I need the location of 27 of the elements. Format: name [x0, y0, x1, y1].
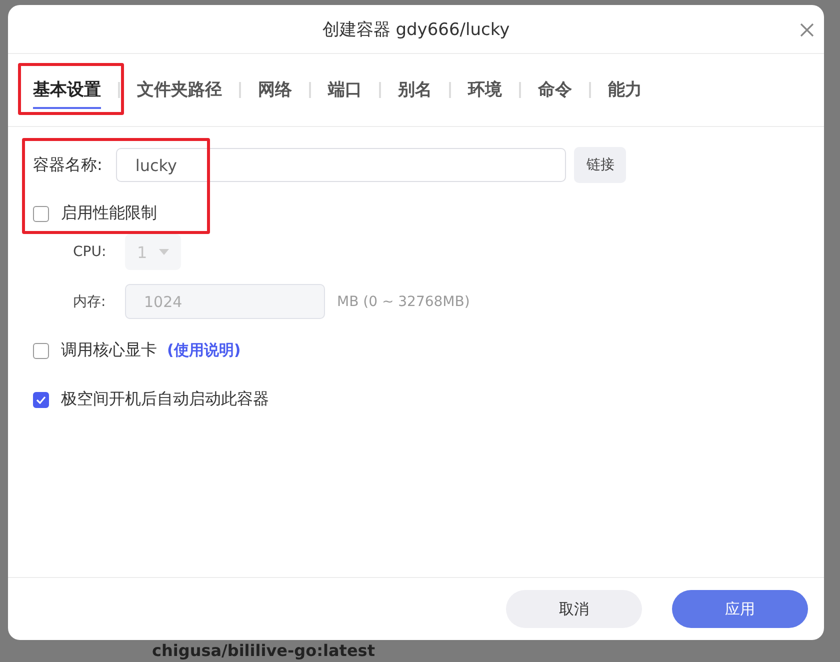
help-link[interactable]: (使用说明) [167, 341, 241, 360]
input-field[interactable]: lucky [116, 148, 566, 182]
tab[interactable]: 文件夹路径 [137, 72, 222, 108]
check-icon [36, 396, 46, 404]
checkbox[interactable] [33, 206, 49, 222]
checkbox[interactable] [33, 392, 49, 408]
link-button[interactable]: 链接 [574, 147, 626, 183]
checkbox-label: 启用性能限制 [61, 203, 157, 224]
tab[interactable]: 命令 [538, 72, 572, 108]
cancel-button[interactable]: 取消 [506, 590, 642, 628]
tab[interactable]: 端口 [328, 72, 362, 108]
tab[interactable]: 环境 [468, 72, 502, 108]
checkbox-label: 极空间开机后自动启动此容器 [61, 389, 269, 410]
apply-button[interactable]: 应用 [672, 590, 808, 628]
tab[interactable]: 网络 [258, 72, 292, 108]
background-text: chigusa/bililive-go:latest [152, 641, 375, 660]
field-label: 内存: [73, 292, 107, 310]
checkbox[interactable] [33, 342, 49, 358]
checkbox-label: 调用核心显卡 [61, 340, 157, 361]
field-label: CPU: [73, 244, 108, 260]
field-label: 容器名称: [33, 154, 102, 176]
tab[interactable]: 别名 [398, 72, 432, 108]
tab[interactable]: 基本设置 [33, 72, 101, 108]
tab[interactable]: 能力 [608, 72, 642, 108]
unit-text: MB (0 ~ 32768MB) [337, 294, 470, 310]
dialog-title: 创建容器 gdy666/lucky [322, 18, 510, 40]
caret-icon [159, 249, 169, 255]
